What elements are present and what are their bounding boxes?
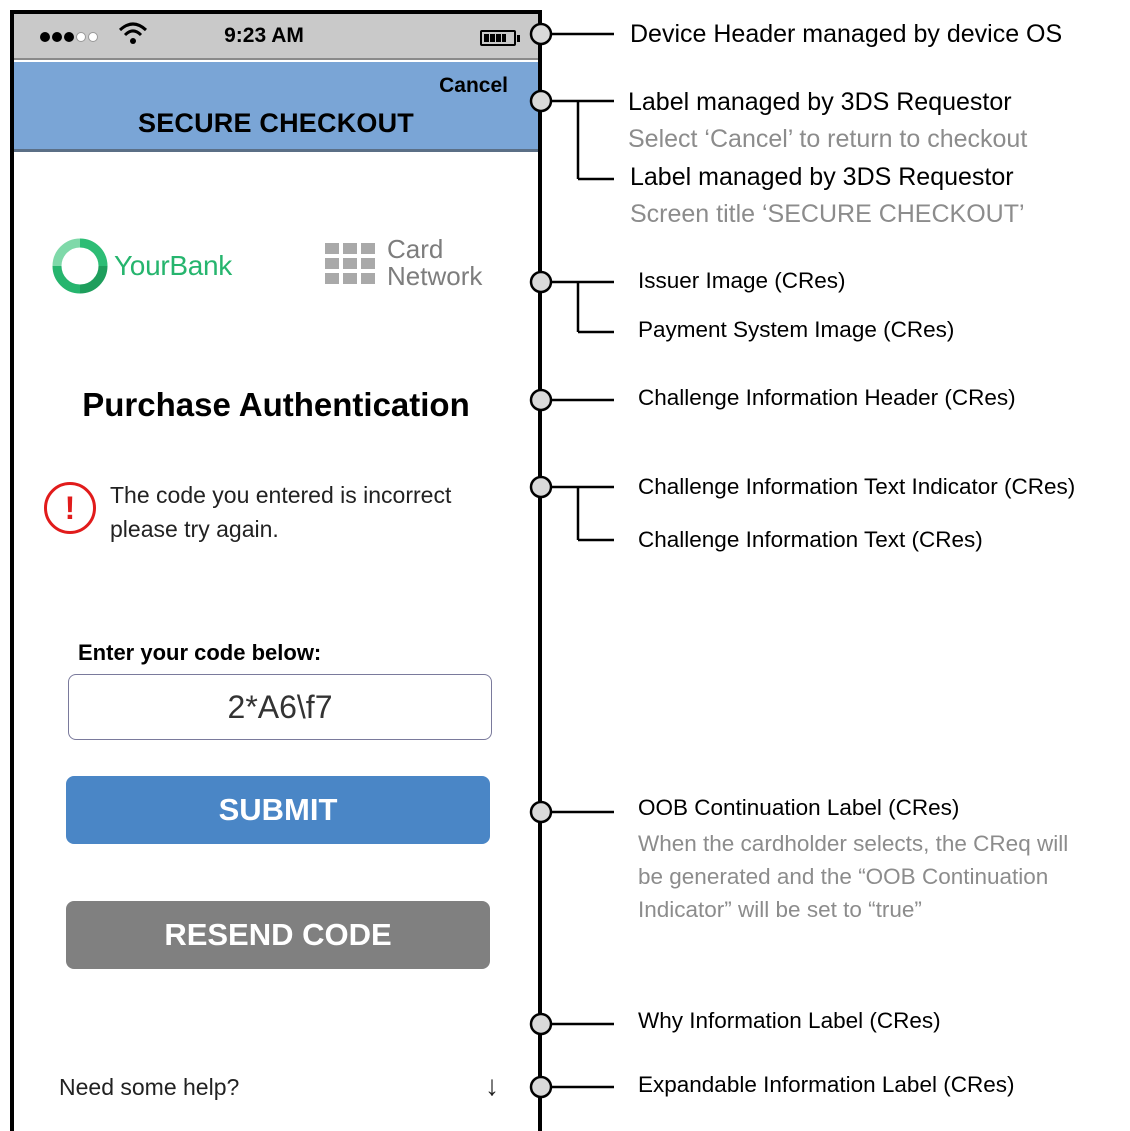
annotation-oob-note: When the cardholder selects, the CReq wi… — [638, 831, 1069, 922]
annotation-title-note: Screen title ‘SECURE CHECKOUT’ — [630, 200, 1025, 228]
annotation-why-info: Why Information Label (CRes) — [638, 1008, 941, 1033]
connector-dot — [529, 475, 553, 499]
connector-dot — [529, 800, 553, 824]
connector-dot — [529, 1012, 553, 1036]
annotation-expandable-info: Expandable Information Label (CRes) — [638, 1072, 1015, 1097]
connector-dot — [529, 388, 553, 412]
connector-dot — [529, 22, 553, 46]
annotation-info-indicator: Challenge Information Text Indicator (CR… — [638, 474, 1076, 499]
annotation-payment-image: Payment System Image (CRes) — [638, 317, 955, 342]
annotation-title-label: Label managed by 3DS Requestor — [630, 163, 1014, 191]
annotation-issuer-image: Issuer Image (CRes) — [638, 268, 846, 293]
connector-dot — [529, 89, 553, 113]
annotation-device-header: Device Header managed by device OS — [630, 20, 1063, 48]
connector-dot — [529, 1075, 553, 1099]
annotation-oob-label: OOB Continuation Label (CRes) — [638, 795, 960, 820]
annotation-cancel-label: Label managed by 3DS Requestor — [628, 88, 1012, 116]
annotation-cancel-note: Select ‘Cancel’ to return to checkout — [628, 125, 1028, 153]
annotation-info-header: Challenge Information Header (CRes) — [638, 385, 1016, 410]
annotation-info-text: Challenge Information Text (CRes) — [638, 527, 983, 552]
connector-dot — [529, 270, 553, 294]
